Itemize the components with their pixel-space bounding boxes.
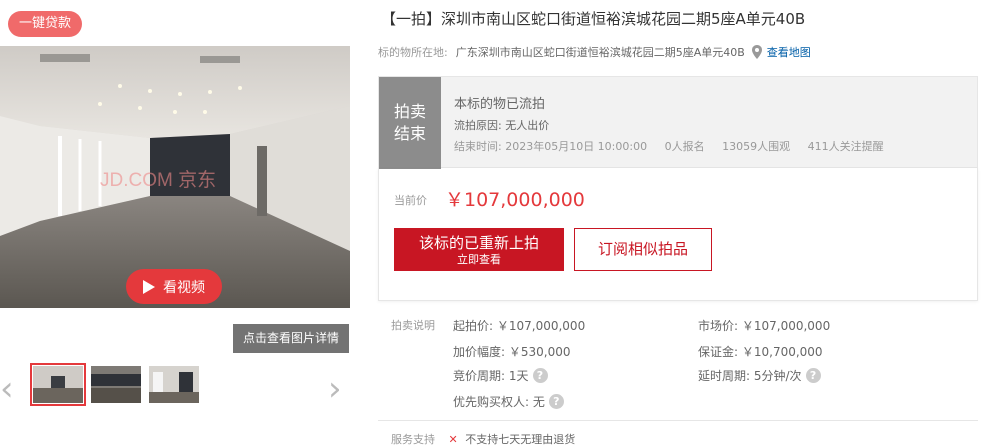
relisted-button-sublabel: 立即查看 — [457, 253, 501, 266]
location-value: 广东深圳市南山区蛇口街道恒裕滨城花园二期5座A单元40B — [455, 46, 745, 59]
video-button[interactable]: 看视频 — [126, 269, 222, 304]
thumbnail-3[interactable] — [149, 366, 199, 403]
location-row: 标的物所在地: 广东深圳市南山区蛇口街道恒裕滨城花园二期5座A单元40B 查看地… — [378, 44, 811, 60]
delay-cycle: 延时周期: 5分钟/次 ? — [698, 367, 821, 384]
status-tag-line1: 拍卖 — [393, 102, 426, 121]
divider — [378, 420, 978, 421]
service-support: 服务支持 ✕ 不支持七天无理由退货 — [391, 431, 575, 447]
signup-count: 0人报名 — [664, 140, 705, 153]
priority-buyer: 优先购买权人: 无 ? — [453, 393, 564, 410]
auction-info: 拍卖说明 起拍价: ￥107,000,000 市场价: ￥107,000,000… — [378, 310, 978, 420]
map-pin-icon — [751, 45, 762, 59]
gallery: JD.COM 京东 一键贷款 看视频 点击查看图片详情 ‹ › — [0, 0, 350, 440]
next-arrow-icon[interactable]: › — [328, 372, 342, 406]
help-icon[interactable]: ? — [805, 368, 821, 383]
status-tag: 拍卖 结束 — [379, 77, 441, 169]
help-icon[interactable]: ? — [532, 368, 548, 383]
watermark: JD.COM 京东 — [100, 169, 216, 191]
auction-status-box: 拍卖 结束 本标的物已流拍 流拍原因: 无人出价 结束时间: 2023年05月1… — [378, 76, 978, 169]
thumbnail-2[interactable] — [91, 366, 141, 403]
relisted-button-label: 该标的已重新上拍 — [418, 234, 539, 252]
status-tag-line2: 结束 — [393, 124, 426, 143]
loan-badge[interactable]: 一键贷款 — [8, 11, 82, 37]
view-count: 13059人围观 — [722, 140, 791, 153]
play-icon — [143, 279, 155, 294]
bid-increment: 加价幅度: ￥530,000 — [453, 345, 571, 359]
thumbnail-1[interactable] — [30, 363, 86, 406]
image-detail-button[interactable]: 点击查看图片详情 — [233, 324, 349, 353]
status-main-text: 本标的物已流拍 — [454, 97, 546, 112]
auction-info-label: 拍卖说明 — [391, 319, 435, 332]
current-price-value: ￥107,000,000 — [445, 189, 585, 211]
bid-cycle: 竞价周期: 1天 ? — [453, 367, 548, 384]
price-box: 当前价 ￥107,000,000 该标的已重新上拍 立即查看 订阅相似拍品 — [378, 168, 978, 301]
listing-title: 【一拍】深圳市南山区蛇口街道恒裕滨城花园二期5座A单元40B — [381, 10, 806, 28]
thumbnail-strip: ‹ › — [0, 360, 350, 420]
location-label: 标的物所在地: — [378, 46, 448, 59]
market-price: 市场价: ￥107,000,000 — [698, 319, 831, 333]
subscribe-similar-button[interactable]: 订阅相似拍品 — [574, 228, 712, 271]
main-photo[interactable]: JD.COM 京东 一键贷款 看视频 点击查看图片详情 — [0, 0, 350, 353]
deposit: 保证金: ￥10,700,000 — [698, 345, 823, 359]
status-meta: 结束时间: 2023年05月10日 10:00:00 0人报名 13059人围观… — [454, 138, 898, 154]
prev-arrow-icon[interactable]: ‹ — [0, 372, 14, 406]
view-map-link[interactable]: 查看地图 — [767, 44, 811, 60]
current-price-label: 当前价 — [394, 194, 427, 207]
video-label: 看视频 — [163, 279, 205, 296]
help-icon[interactable]: ? — [548, 394, 564, 409]
start-price: 起拍价: ￥107,000,000 — [453, 319, 586, 333]
follower-count: 411人关注提醒 — [807, 140, 884, 153]
relisted-button[interactable]: 该标的已重新上拍 立即查看 — [394, 228, 564, 271]
end-time: 结束时间: 2023年05月10日 10:00:00 — [454, 140, 648, 153]
listing-panel: 【一拍】深圳市南山区蛇口街道恒裕滨城花园二期5座A单元40B 标的物所在地: 广… — [378, 0, 981, 446]
status-reason: 流拍原因: 无人出价 — [454, 119, 550, 132]
